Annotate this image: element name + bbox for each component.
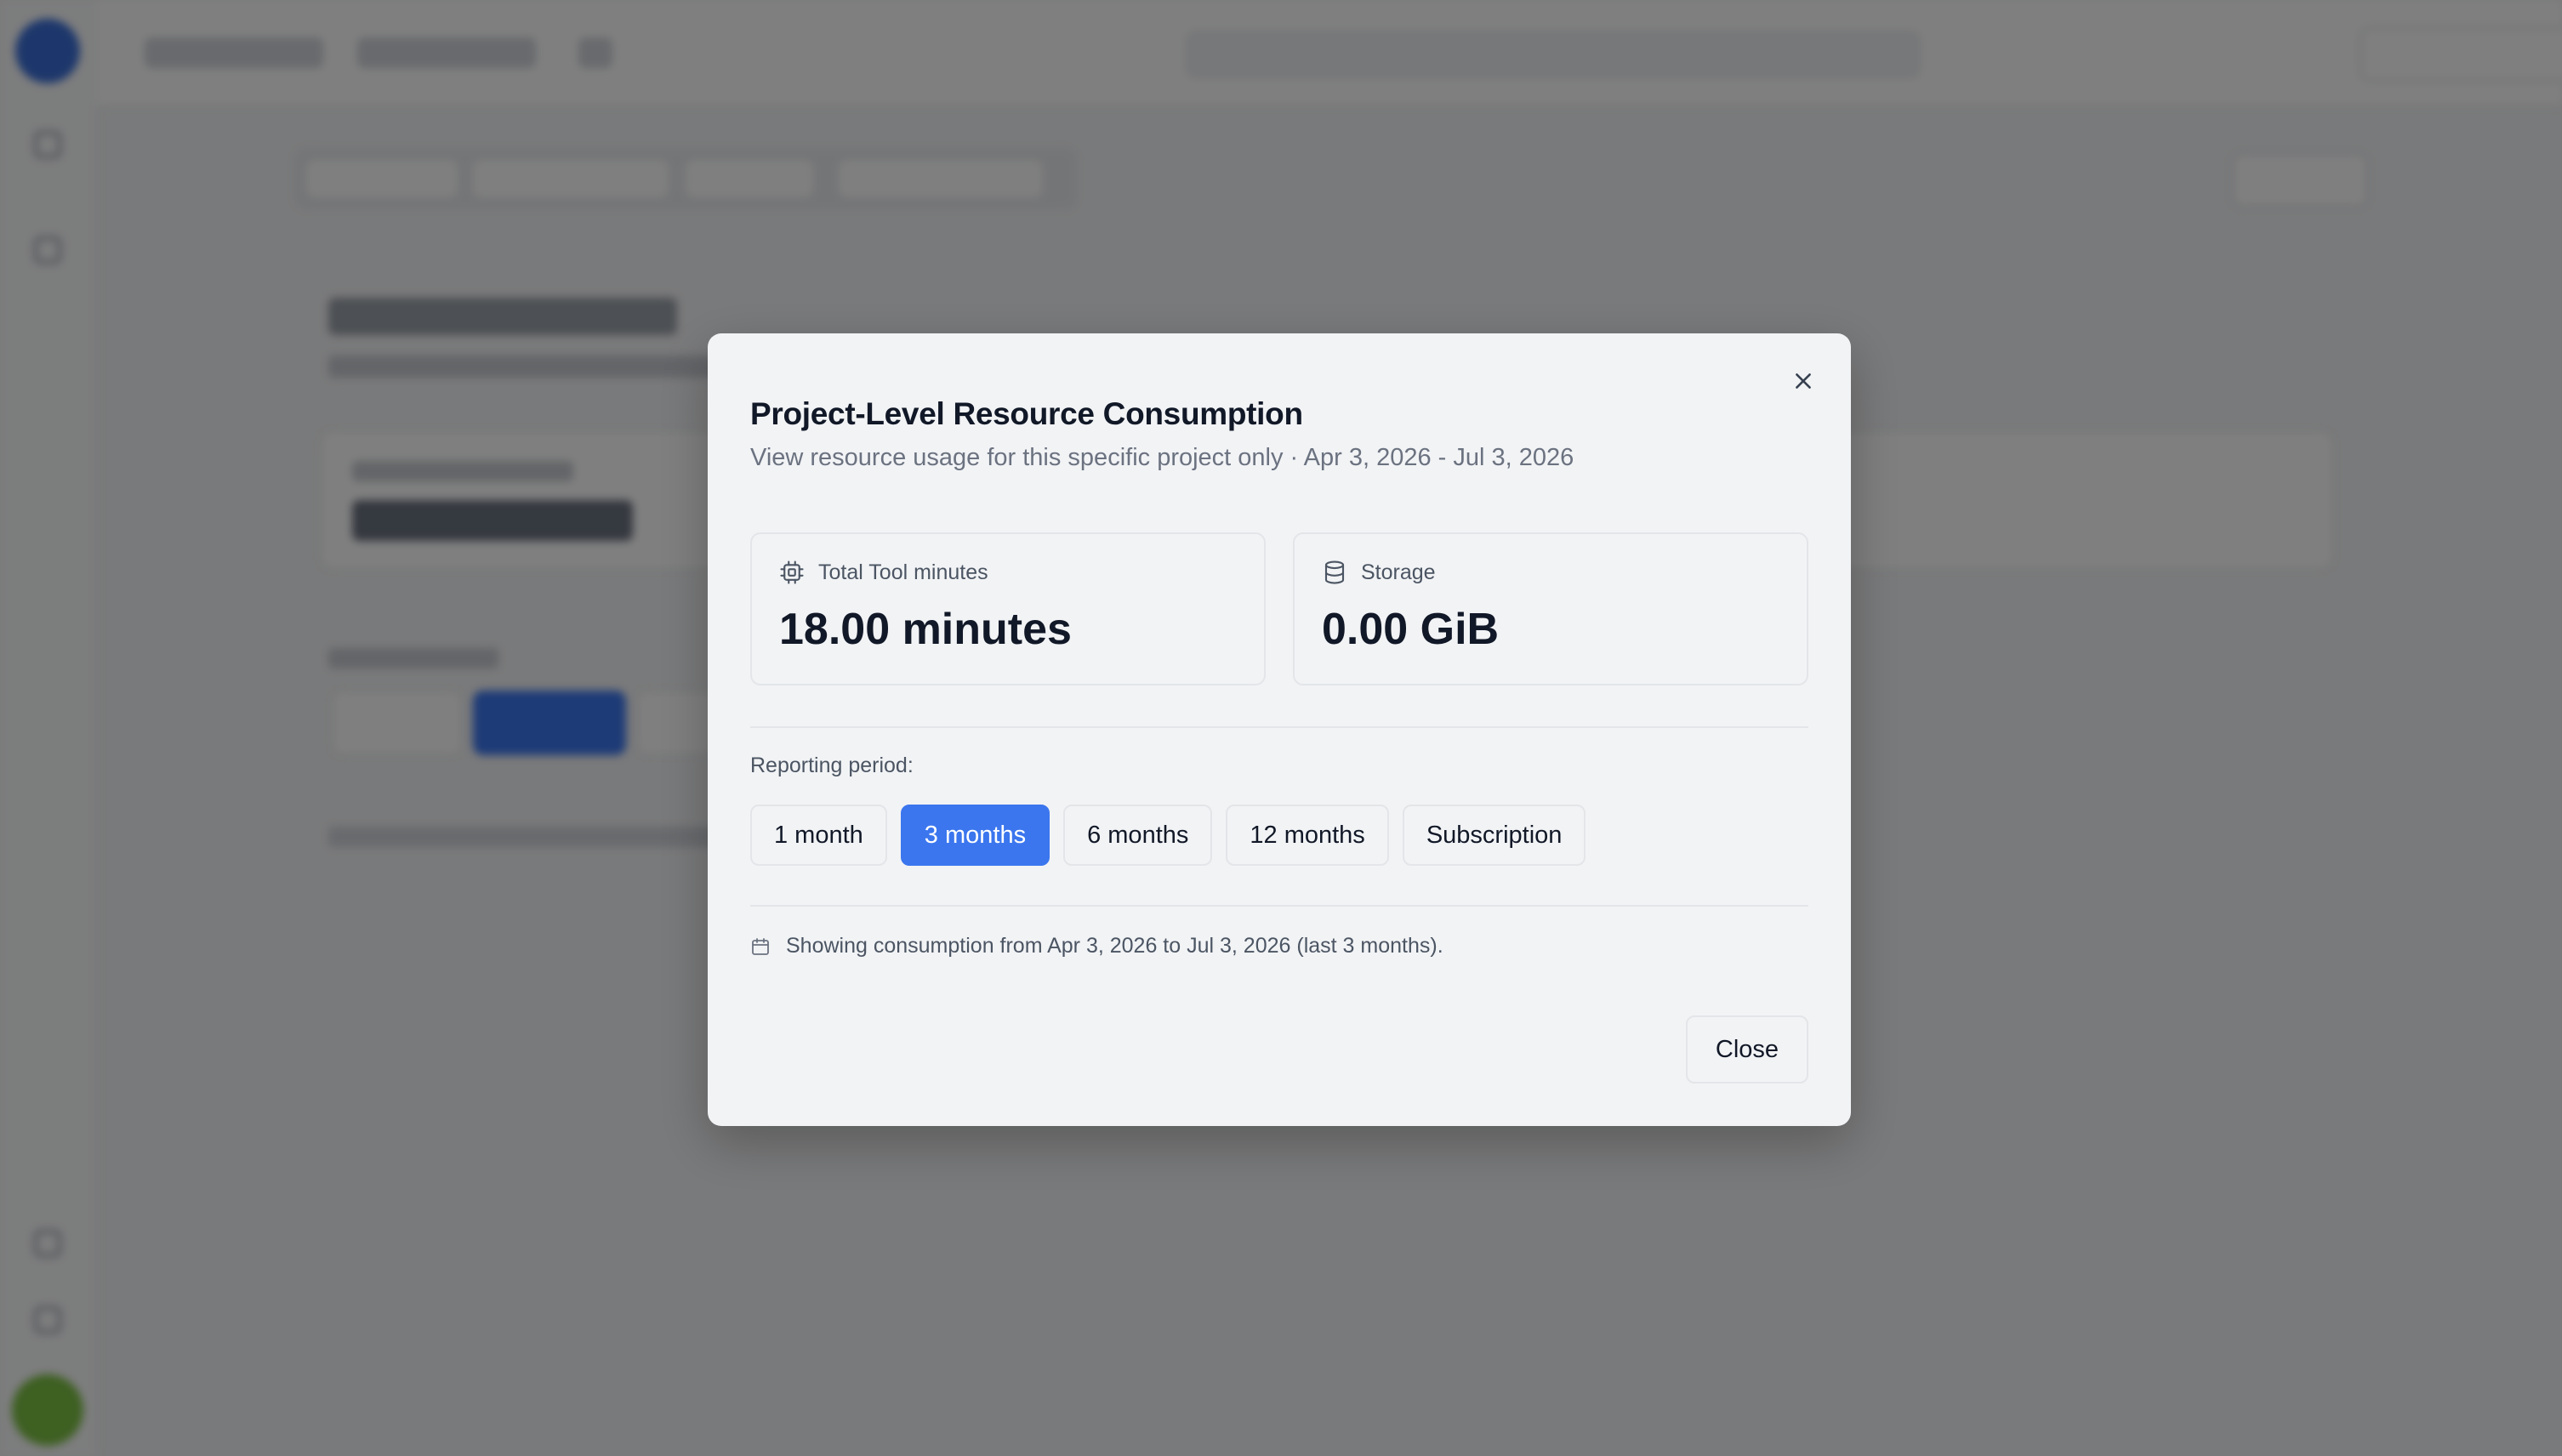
database-icon bbox=[1324, 560, 1345, 584]
storage-value: 0.00 GiB bbox=[1322, 605, 1500, 654]
close-icon bbox=[1796, 373, 1811, 389]
period-1-month-button[interactable]: 1 month bbox=[750, 805, 887, 866]
consumption-range-note: Showing consumption from Apr 3, 2026 to … bbox=[750, 934, 1443, 958]
period-6-months-button[interactable]: 6 months bbox=[1063, 805, 1213, 866]
divider bbox=[750, 905, 1808, 907]
period-12-months-button[interactable]: 12 months bbox=[1226, 805, 1389, 866]
tool-minutes-value: 18.00 minutes bbox=[779, 605, 1072, 654]
reporting-period-label: Reporting period: bbox=[750, 754, 914, 777]
reporting-period-group: 1 month 3 months 6 months 12 months Subs… bbox=[750, 805, 1586, 866]
period-subscription-button[interactable]: Subscription bbox=[1402, 805, 1586, 866]
divider bbox=[750, 726, 1808, 728]
tool-minutes-label: Total Tool minutes bbox=[818, 560, 988, 584]
resource-consumption-dialog: Project-Level Resource Consumption View … bbox=[708, 333, 1851, 1126]
close-icon-button[interactable] bbox=[1785, 362, 1822, 400]
close-button[interactable]: Close bbox=[1686, 1015, 1808, 1083]
calendar-icon bbox=[752, 937, 769, 955]
storage-card: Storage 0.00 GiB bbox=[1293, 532, 1808, 685]
cpu-icon bbox=[780, 560, 804, 584]
period-3-months-button[interactable]: 3 months bbox=[900, 805, 1050, 866]
storage-label: Storage bbox=[1361, 560, 1436, 584]
consumption-range-text: Showing consumption from Apr 3, 2026 to … bbox=[786, 934, 1443, 958]
dialog-subtitle: View resource usage for this specific pr… bbox=[750, 444, 1574, 471]
dialog-title: Project-Level Resource Consumption bbox=[750, 396, 1303, 431]
tool-minutes-card: Total Tool minutes 18.00 minutes bbox=[750, 532, 1266, 685]
